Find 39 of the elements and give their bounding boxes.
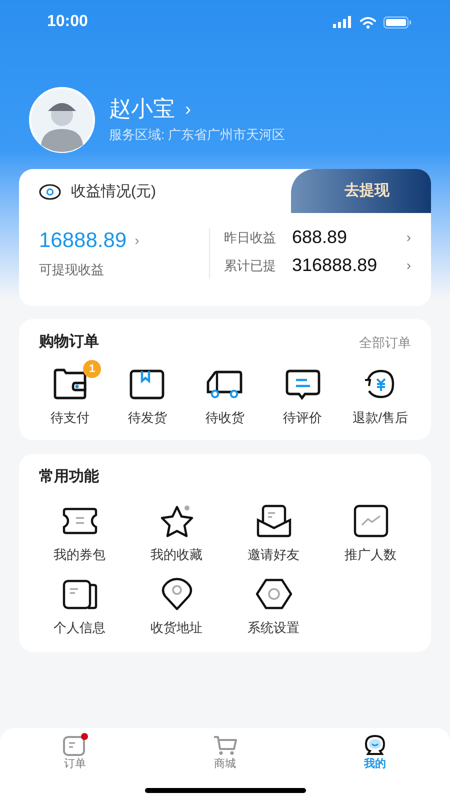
chevron-icon[interactable]: › bbox=[406, 227, 411, 248]
hexagon-settings-icon bbox=[254, 576, 294, 612]
function-item[interactable]: 我的收藏 bbox=[128, 502, 225, 564]
battery-icon bbox=[383, 16, 412, 28]
tab-item[interactable]: 商城 bbox=[150, 728, 300, 772]
function-item[interactable]: 邀请好友 bbox=[225, 502, 322, 564]
order-item[interactable]: 1 待支付 bbox=[31, 358, 109, 427]
signal-icon bbox=[333, 16, 353, 28]
stat-value[interactable]: 688.89 bbox=[292, 224, 402, 251]
order-item[interactable]: 待收货 bbox=[186, 358, 264, 427]
order-item[interactable]: 待评价 bbox=[264, 358, 342, 427]
all-orders-link[interactable]: 全部订单 bbox=[359, 332, 411, 352]
available-label: 可提现收益 bbox=[39, 260, 105, 278]
eye-icon bbox=[39, 184, 61, 200]
function-item[interactable]: 我的券包 bbox=[31, 502, 128, 564]
cart-icon bbox=[212, 734, 238, 756]
chat-bubble-icon bbox=[362, 734, 388, 756]
order-item[interactable]: 退款/售后 bbox=[341, 358, 419, 427]
function-item[interactable]: 系统设置 bbox=[225, 576, 322, 638]
wifi-icon bbox=[359, 16, 377, 28]
section-title: 购物订单 bbox=[39, 332, 99, 352]
stat-label: 昨日收益 bbox=[224, 228, 277, 247]
order-item[interactable]: 待发货 bbox=[108, 358, 186, 427]
section-title: 常用功能 bbox=[39, 467, 100, 487]
avatar bbox=[29, 87, 95, 153]
service-area: 服务区域: 广东省广州市天河区 bbox=[109, 125, 286, 145]
withdraw-button[interactable]: 去提现 bbox=[291, 169, 431, 213]
chevron-icon[interactable]: › bbox=[406, 255, 411, 276]
function-item[interactable]: 个人信息 bbox=[31, 576, 128, 638]
status-time: 10:00 bbox=[47, 12, 88, 32]
function-item[interactable]: 推广人数 bbox=[322, 502, 419, 564]
function-item[interactable]: 收货地址 bbox=[128, 576, 225, 638]
document-icon bbox=[62, 734, 88, 756]
tab-item[interactable]: 订单 bbox=[0, 728, 150, 772]
chevron-icon[interactable]: › bbox=[134, 230, 140, 251]
stat-value[interactable]: 316888.89 bbox=[292, 252, 402, 279]
count-badge: 1 bbox=[83, 360, 101, 378]
stat-label: 累计已提 bbox=[224, 256, 277, 275]
card-title: 收益情况(元) bbox=[71, 182, 156, 202]
